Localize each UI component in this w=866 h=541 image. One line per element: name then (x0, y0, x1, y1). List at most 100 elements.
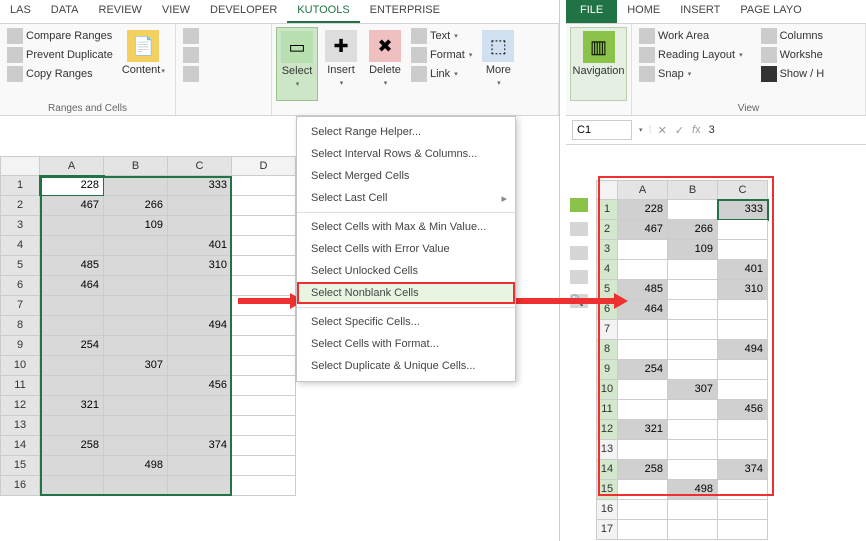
cell[interactable] (232, 336, 296, 356)
copy-ranges-button[interactable]: Copy Ranges (4, 65, 116, 83)
cell[interactable]: 485 (40, 256, 104, 276)
cell[interactable] (40, 476, 104, 496)
cell[interactable] (168, 396, 232, 416)
namebox-dropdown-icon[interactable]: ▾ (639, 126, 643, 134)
cell[interactable]: 494 (168, 316, 232, 336)
columns-button[interactable]: Columns (758, 27, 828, 45)
cell[interactable] (104, 336, 168, 356)
worksheets-button[interactable]: Workshe (758, 46, 828, 64)
cell[interactable] (718, 500, 768, 520)
cell[interactable]: 307 (668, 380, 718, 400)
menu-item[interactable]: Select Specific Cells... (297, 311, 515, 333)
menu-item[interactable]: Select Unlocked Cells (297, 260, 515, 282)
cell[interactable] (618, 340, 668, 360)
cell[interactable] (168, 356, 232, 376)
cell[interactable] (618, 440, 668, 460)
more-button[interactable]: ⬚ More▾ (477, 27, 519, 101)
row-header[interactable]: 14 (0, 436, 40, 456)
cell[interactable]: 401 (168, 236, 232, 256)
row-header[interactable]: 12 (0, 396, 40, 416)
cell[interactable] (718, 220, 768, 240)
cell[interactable] (618, 240, 668, 260)
cell[interactable] (718, 520, 768, 540)
row-header[interactable]: 3 (0, 216, 40, 236)
menu-item[interactable]: Select Interval Rows & Columns... (297, 143, 515, 165)
cell[interactable] (104, 176, 168, 196)
row-header[interactable]: 1 (0, 176, 40, 196)
cell[interactable] (104, 316, 168, 336)
row-header[interactable]: 5 (0, 256, 40, 276)
cell[interactable] (40, 416, 104, 436)
menu-item[interactable]: Select Last Cell▸ (297, 187, 515, 209)
cell[interactable] (232, 176, 296, 196)
cell[interactable]: 310 (718, 280, 768, 300)
cell[interactable] (104, 276, 168, 296)
delete-button[interactable]: ✖ Delete▾ (364, 27, 406, 101)
name-box[interactable] (572, 120, 632, 140)
round-button[interactable] (180, 46, 205, 64)
cell[interactable]: 374 (168, 436, 232, 456)
cell[interactable] (618, 520, 668, 540)
col-header[interactable]: C (168, 156, 232, 176)
cell[interactable] (168, 476, 232, 496)
row-header[interactable]: 3 (596, 240, 618, 260)
cell[interactable]: 310 (168, 256, 232, 276)
row-header[interactable]: 6 (0, 276, 40, 296)
tab-developer[interactable]: DEVELOPER (200, 0, 287, 23)
row-header[interactable]: 11 (596, 400, 618, 420)
cell[interactable]: 109 (104, 216, 168, 236)
cell[interactable] (668, 320, 718, 340)
cell[interactable] (232, 356, 296, 376)
cell[interactable]: 464 (40, 276, 104, 296)
cell[interactable] (668, 500, 718, 520)
row-header[interactable]: 9 (596, 360, 618, 380)
cell[interactable] (718, 240, 768, 260)
cell[interactable]: 456 (168, 376, 232, 396)
cell[interactable] (40, 216, 104, 236)
cell[interactable] (232, 316, 296, 336)
cell[interactable] (40, 456, 104, 476)
cell[interactable] (104, 376, 168, 396)
col-header[interactable]: A (618, 180, 668, 200)
cell[interactable] (668, 420, 718, 440)
cell[interactable]: 109 (668, 240, 718, 260)
compare-ranges-button[interactable]: Compare Ranges (4, 27, 116, 45)
cell[interactable] (40, 356, 104, 376)
cell[interactable] (232, 376, 296, 396)
cell[interactable] (232, 216, 296, 236)
cell[interactable] (668, 300, 718, 320)
cell[interactable] (40, 316, 104, 336)
cell[interactable] (104, 476, 168, 496)
cell[interactable] (168, 216, 232, 236)
row-header[interactable]: 13 (0, 416, 40, 436)
cell[interactable]: 467 (618, 220, 668, 240)
menu-item[interactable]: Select Cells with Max & Min Value... (297, 216, 515, 238)
cell[interactable] (232, 276, 296, 296)
cell[interactable] (168, 336, 232, 356)
cell[interactable]: 258 (40, 436, 104, 456)
cell[interactable] (40, 296, 104, 316)
cell[interactable] (232, 456, 296, 476)
format-button[interactable]: Format▾ (408, 46, 475, 64)
row-header[interactable]: 12 (596, 420, 618, 440)
cell[interactable] (718, 420, 768, 440)
reading-layout-button[interactable]: Reading Layout▾ (636, 46, 746, 64)
cell[interactable]: 401 (718, 260, 768, 280)
row-header[interactable]: 4 (596, 260, 618, 280)
cell[interactable] (618, 320, 668, 340)
cell[interactable]: 266 (104, 196, 168, 216)
prevent-duplicate-button[interactable]: Prevent Duplicate (4, 46, 116, 64)
col-header[interactable]: A (40, 156, 104, 176)
row-header[interactable]: 10 (596, 380, 618, 400)
cell[interactable]: 494 (718, 340, 768, 360)
tab-las[interactable]: LAS (0, 0, 41, 23)
cell[interactable] (668, 340, 718, 360)
cell[interactable]: 467 (40, 196, 104, 216)
cell[interactable]: 258 (618, 460, 668, 480)
cell[interactable] (104, 256, 168, 276)
cell[interactable]: 321 (40, 396, 104, 416)
row-header[interactable]: 15 (596, 480, 618, 500)
row-header[interactable]: 13 (596, 440, 618, 460)
row-header[interactable]: 17 (596, 520, 618, 540)
cell[interactable] (718, 360, 768, 380)
